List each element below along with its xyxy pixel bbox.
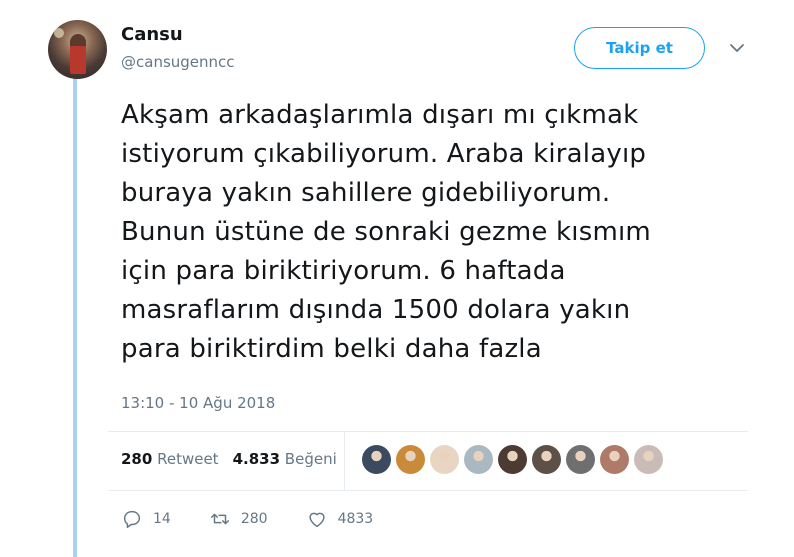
liker-avatar[interactable]	[396, 445, 425, 474]
like-stat[interactable]: 4.833 Beğeni	[233, 450, 337, 468]
liker-avatar[interactable]	[362, 445, 391, 474]
tweet-text-line: Bunun üstüne de sonraki gezme kısmım	[121, 217, 651, 247]
stats-separator	[344, 431, 345, 490]
divider	[108, 431, 748, 432]
heart-icon	[308, 512, 325, 528]
retweet-button[interactable]: 280	[209, 508, 268, 530]
reply-count: 14	[153, 511, 171, 527]
tweet-actions: 14 280 4833	[121, 508, 411, 530]
like-button[interactable]: 4833	[306, 508, 374, 530]
retweet-stat-label: Retweet	[157, 450, 219, 468]
reply-button[interactable]: 14	[121, 508, 171, 530]
thread-line	[73, 78, 77, 557]
tweet-text-line: için para biriktiriyorum. 6 haftada	[121, 256, 566, 286]
liker-avatar[interactable]	[430, 445, 459, 474]
retweet-count: 280	[240, 511, 268, 527]
liker-avatar[interactable]	[566, 445, 595, 474]
liker-avatar[interactable]	[532, 445, 561, 474]
tweet-text-line: buraya yakın sahillere gidebiliyorum.	[121, 178, 611, 208]
retweet-icon	[210, 513, 229, 525]
like-count: 4833	[337, 511, 374, 527]
tweet-text-line: Akşam arkadaşlarımla dışarı mı çıkmak	[121, 100, 639, 130]
reply-icon	[123, 510, 141, 528]
liker-avatars	[362, 445, 663, 474]
retweet-stat-count: 280	[121, 450, 153, 468]
display-name[interactable]: Cansu	[121, 24, 183, 45]
tweet-text-line: para biriktirdim belki daha fazla	[121, 334, 542, 364]
user-handle[interactable]: @cansugenncc	[121, 53, 235, 71]
tweet-timestamp[interactable]: 13:10 - 10 Ağu 2018	[121, 394, 275, 412]
liker-avatar[interactable]	[464, 445, 493, 474]
tweet-text-line: istiyorum çıkabiliyorum. Araba kiralayıp	[121, 139, 647, 169]
tweet-stats: 280 Retweet 4.833 Beğeni	[121, 450, 337, 468]
liker-avatar[interactable]	[498, 445, 527, 474]
avatar-photo-figure	[70, 34, 86, 74]
chevron-down-icon[interactable]	[729, 40, 745, 56]
liker-avatar[interactable]	[600, 445, 629, 474]
liker-avatar[interactable]	[634, 445, 663, 474]
tweet-text-line: masraflarım dışında 1500 dolara yakın	[121, 295, 631, 325]
avatar[interactable]	[48, 20, 107, 79]
retweet-stat[interactable]: 280 Retweet	[121, 450, 219, 468]
divider	[108, 490, 748, 491]
like-stat-count: 4.833	[232, 450, 281, 468]
avatar-photo-detail	[54, 28, 64, 38]
tweet-text: Akşam arkadaşlarımla dışarı mı çıkmak is…	[121, 96, 741, 369]
follow-button[interactable]: Takip et	[574, 27, 705, 69]
like-stat-label: Beğeni	[284, 450, 337, 468]
